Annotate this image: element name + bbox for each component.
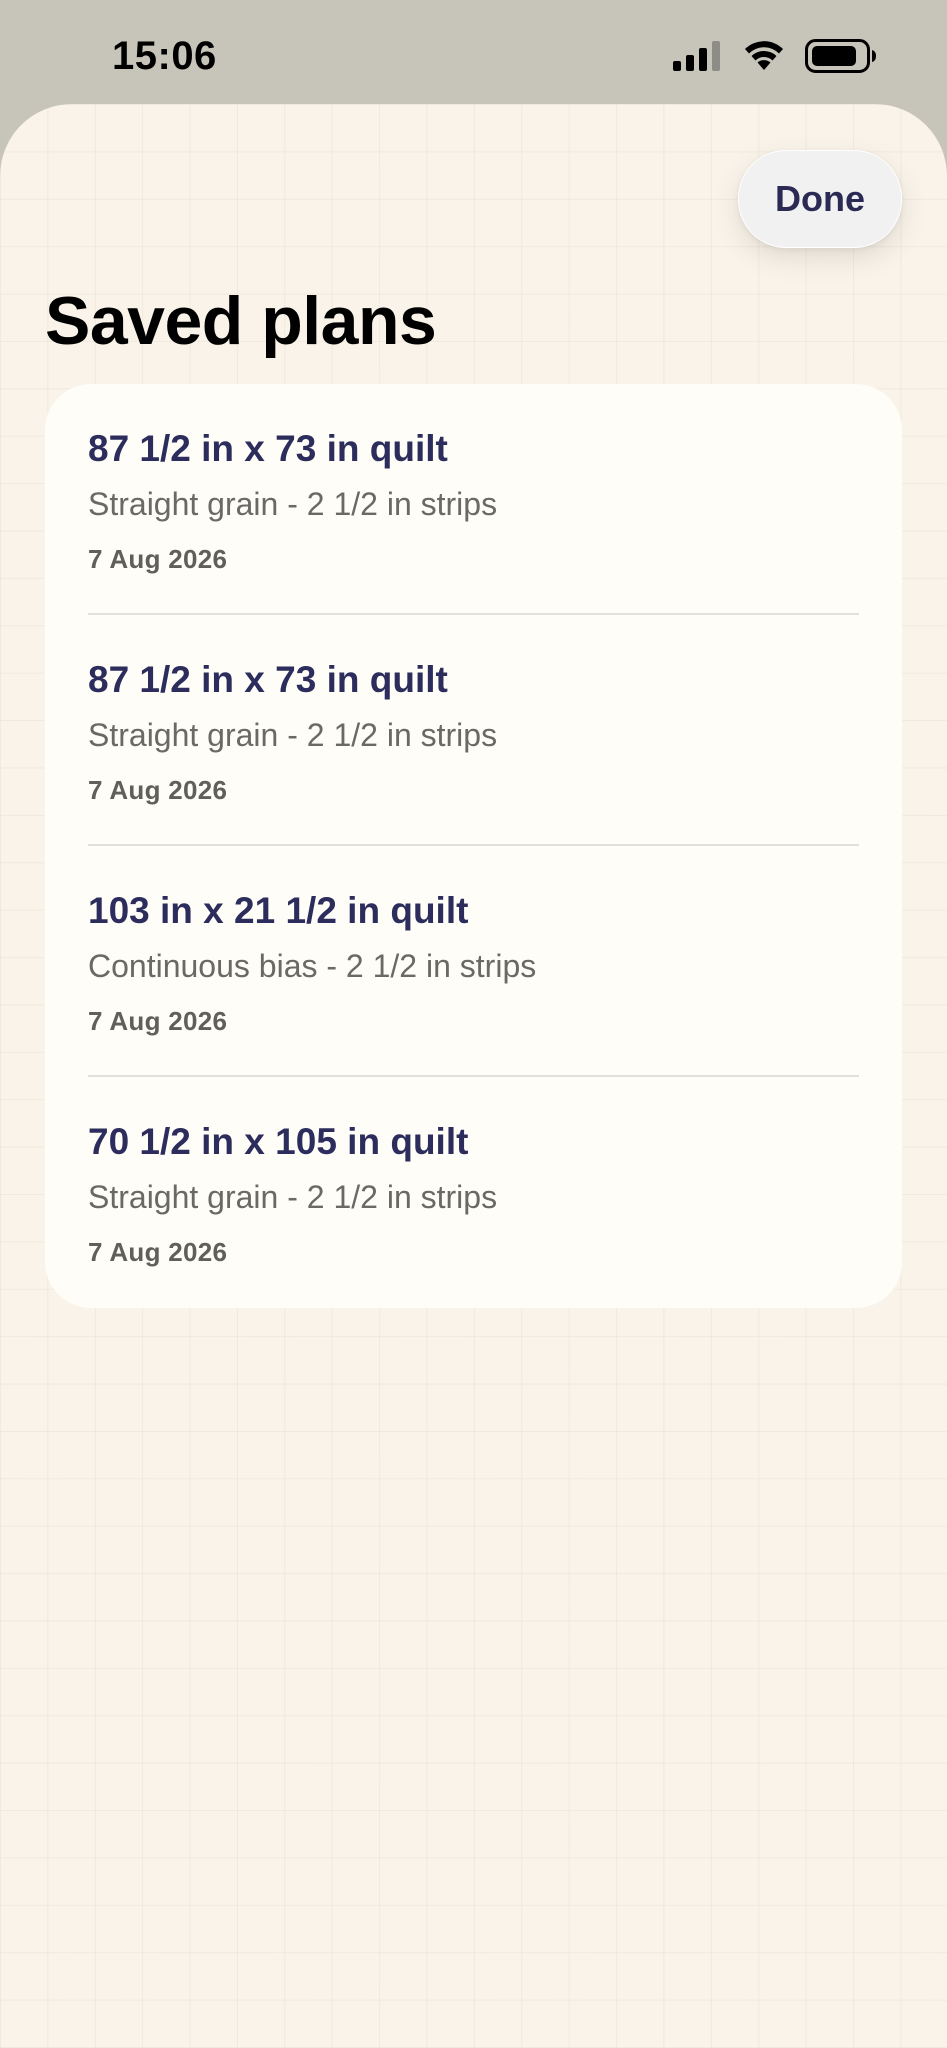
plan-date: 7 Aug 2026 [88,1237,228,1267]
plan-subtitle: Straight grain - 2 1/2 in strips [88,717,498,753]
saved-plans-list: 87 1/2 in x 73 in quilt Straight grain -… [45,384,902,1308]
plan-list-item[interactable]: 103 in x 21 1/2 in quilt Continuous bias… [45,846,902,1077]
plan-date: 7 Aug 2026 [88,1006,228,1036]
plan-title: 87 1/2 in x 73 in quilt [88,428,448,469]
saved-plans-sheet: Done Saved plans 87 1/2 in x 73 in quilt… [0,104,947,2048]
plan-subtitle: Straight grain - 2 1/2 in strips [88,486,498,522]
page-title: Saved plans [45,283,437,359]
wifi-icon [745,41,783,70]
plan-list-item[interactable]: 87 1/2 in x 73 in quilt Straight grain -… [45,615,902,846]
status-bar: 15:06 [0,0,947,104]
done-button[interactable]: Done [738,150,902,248]
plan-date: 7 Aug 2026 [88,544,228,574]
battery-icon [805,39,876,73]
plan-list-item[interactable]: 70 1/2 in x 105 in quilt Straight grain … [45,1077,902,1308]
plan-list-item[interactable]: 87 1/2 in x 73 in quilt Straight grain -… [45,384,902,615]
plan-subtitle: Straight grain - 2 1/2 in strips [88,1179,498,1215]
plan-title: 87 1/2 in x 73 in quilt [88,659,448,700]
cellular-signal-icon [673,41,720,71]
plan-title: 70 1/2 in x 105 in quilt [88,1121,469,1162]
status-icons [673,38,877,74]
plan-date: 7 Aug 2026 [88,775,228,805]
plan-title: 103 in x 21 1/2 in quilt [88,890,469,931]
status-time: 15:06 [112,34,217,78]
plan-subtitle: Continuous bias - 2 1/2 in strips [88,948,537,984]
